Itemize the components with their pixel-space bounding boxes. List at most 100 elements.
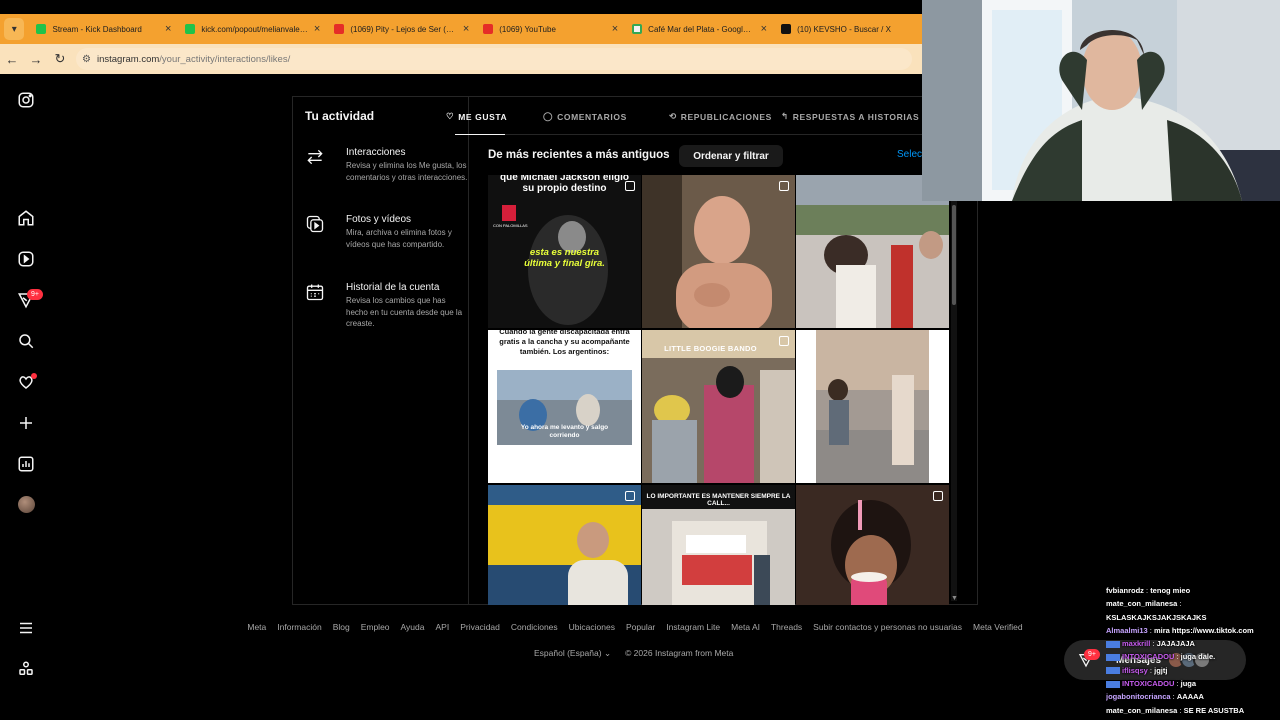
post-thumbnail[interactable]: [796, 330, 949, 483]
footer-link[interactable]: Empleo: [361, 622, 390, 632]
photos-icon: [306, 215, 324, 233]
post-thumbnail[interactable]: Cuando la gente discapacitada entra grat…: [488, 330, 641, 483]
chat-user: mate_con_milanesa: [1106, 705, 1178, 715]
post-thumbnail[interactable]: [642, 175, 795, 328]
tab-likes[interactable]: ♡ ME GUSTA: [446, 111, 507, 122]
dashboard-icon[interactable]: [16, 454, 36, 474]
url-field[interactable]: ⚙ instagram.com/your_activity/interactio…: [76, 48, 912, 70]
post-caption: LO IMPORTANTE ES MANTENER SIEMPRE LA CAL…: [646, 493, 791, 507]
close-icon[interactable]: ×: [463, 23, 469, 35]
chat-line: INTOXICADOU : juga: [1106, 677, 1280, 690]
chat-message: juga: [1180, 679, 1197, 689]
kick-icon: [36, 24, 47, 34]
tab-search-button[interactable]: ▾: [4, 18, 25, 40]
instagram-logo-icon[interactable]: [16, 90, 36, 110]
site-info-icon[interactable]: ⚙: [82, 54, 91, 65]
footer-link[interactable]: Subir contactos y personas no usuarias: [813, 622, 962, 632]
language-select[interactable]: Español (España) ⌄: [534, 648, 611, 659]
forward-icon[interactable]: →: [24, 52, 48, 67]
close-icon[interactable]: ×: [761, 23, 767, 35]
footer-link[interactable]: Instagram Lite: [666, 622, 720, 632]
footer-links: Meta Información Blog Empleo Ayuda API P…: [230, 622, 1040, 632]
chat-line: INTOXICADOU : juga dale.: [1106, 650, 1280, 663]
post-thumbnail[interactable]: [796, 485, 949, 605]
post-caption: esta es nuestra última y final gira.: [524, 247, 605, 269]
reel-icon: [625, 491, 635, 501]
footer-link[interactable]: API: [435, 622, 449, 632]
messages-badge: 9+: [1084, 649, 1100, 660]
browser-tab[interactable]: kick.com/popout/melianvalen/c ×: [177, 14, 326, 44]
more-apps-icon[interactable]: [16, 659, 36, 679]
post-thumbnail[interactable]: LITTLE BOOGIE BANDO: [642, 330, 795, 483]
footer-link[interactable]: Privacidad: [460, 622, 500, 632]
chat-line: fvbianrodz : tenog mieo: [1106, 586, 1191, 595]
liked-posts-grid: que Michael Jackson eligió su propio des…: [488, 175, 950, 605]
menu-item-title: Fotos y vídeos: [346, 214, 412, 225]
chat-badge-icon: [1106, 680, 1120, 688]
post-thumbnail[interactable]: LO IMPORTANTE ES MANTENER SIEMPRE LA CAL…: [642, 485, 795, 605]
youtube-icon: [334, 24, 345, 34]
tab-title: kick.com/popout/melianvalen/c: [201, 24, 309, 34]
post-image: [642, 175, 795, 328]
activity-menu: Tu actividad Interacciones Revisa y elim…: [293, 97, 469, 604]
active-tab-indicator: [455, 134, 505, 135]
browser-tab[interactable]: Café Mar del Plata - Google Ma ×: [624, 14, 773, 44]
browser-tab[interactable]: Stream - Kick Dashboard ×: [28, 14, 177, 44]
footer-link[interactable]: Ayuda: [401, 622, 425, 632]
footer-link[interactable]: Meta Verified: [973, 622, 1023, 632]
create-icon[interactable]: [16, 413, 36, 433]
browser-tab[interactable]: (1069) YouTube ×: [475, 14, 624, 44]
home-icon[interactable]: [16, 208, 36, 228]
arrows-swap-icon: [307, 149, 323, 165]
reload-icon[interactable]: ↻: [48, 51, 72, 67]
scroll-down-icon[interactable]: ▼: [951, 595, 958, 602]
close-icon[interactable]: ×: [314, 23, 320, 35]
close-icon[interactable]: ×: [612, 23, 618, 35]
kick-icon: [185, 24, 196, 34]
repost-icon: ⟲: [669, 111, 677, 121]
post-thumbnail[interactable]: [488, 485, 641, 605]
reels-icon[interactable]: [16, 249, 36, 269]
chat-line: maxkrill : JAJAJAJA: [1106, 637, 1280, 650]
close-icon[interactable]: ×: [165, 23, 171, 35]
footer-link[interactable]: Condiciones: [511, 622, 558, 632]
avatar[interactable]: [18, 496, 35, 513]
tab-title: Stream - Kick Dashboard: [52, 24, 142, 34]
chat-user: INTOXICADOU: [1122, 679, 1175, 689]
browser-tab[interactable]: (1069) Pity - Lejos de Ser (video ×: [326, 14, 475, 44]
chat-line: jogabonitocrianca : AAAAA: [1106, 692, 1204, 702]
tab-title: (10) KEVSHO - Buscar / X: [797, 24, 891, 34]
menu-item-desc: Revisa y elimina los Me gusta, los comen…: [346, 161, 468, 182]
comment-icon: ◯: [543, 111, 554, 121]
menu-icon[interactable]: [16, 618, 36, 638]
chat-badge-icon: [1106, 640, 1120, 648]
tab-reposts[interactable]: ⟲ REPUBLICACIONES: [669, 111, 772, 122]
scrollbar-thumb[interactable]: [952, 205, 956, 305]
tab-story-replies[interactable]: ↰ RESPUESTAS A HISTORIAS: [781, 111, 919, 122]
chat-message: mira https://www.tiktok.com: [1153, 625, 1254, 635]
language-label: Español (España): [534, 648, 602, 658]
youtube-icon: [483, 24, 494, 34]
footer-link[interactable]: Meta AI: [731, 622, 760, 632]
footer-link[interactable]: Información: [277, 622, 321, 632]
sort-filter-button[interactable]: Ordenar y filtrar: [679, 145, 783, 167]
tab-comments[interactable]: ◯ COMENTARIOS: [543, 111, 627, 122]
post-thumbnail[interactable]: que Michael Jackson eligió su propio des…: [488, 175, 641, 328]
maps-icon: [632, 24, 643, 34]
footer-link[interactable]: Ubicaciones: [569, 622, 615, 632]
footer-link[interactable]: Popular: [626, 622, 655, 632]
footer-link[interactable]: Threads: [771, 622, 802, 632]
scrollbar[interactable]: [951, 201, 957, 601]
browser-tab[interactable]: (10) KEVSHO - Buscar / X: [773, 14, 922, 44]
chat-user: iflisqsy: [1122, 665, 1148, 675]
footer-link[interactable]: Blog: [333, 622, 350, 632]
copyright: © 2026 Instagram from Meta: [625, 648, 734, 658]
back-icon[interactable]: ←: [0, 52, 24, 67]
tab-label: REPUBLICACIONES: [680, 111, 772, 122]
webcam-overlay: [922, 0, 1280, 201]
footer-link[interactable]: Meta: [247, 622, 266, 632]
search-icon[interactable]: [16, 331, 36, 351]
chat-message: JAJAJAJA: [1156, 639, 1195, 649]
notification-dot: [31, 373, 37, 379]
chat-message: AAAAA: [1176, 692, 1204, 702]
